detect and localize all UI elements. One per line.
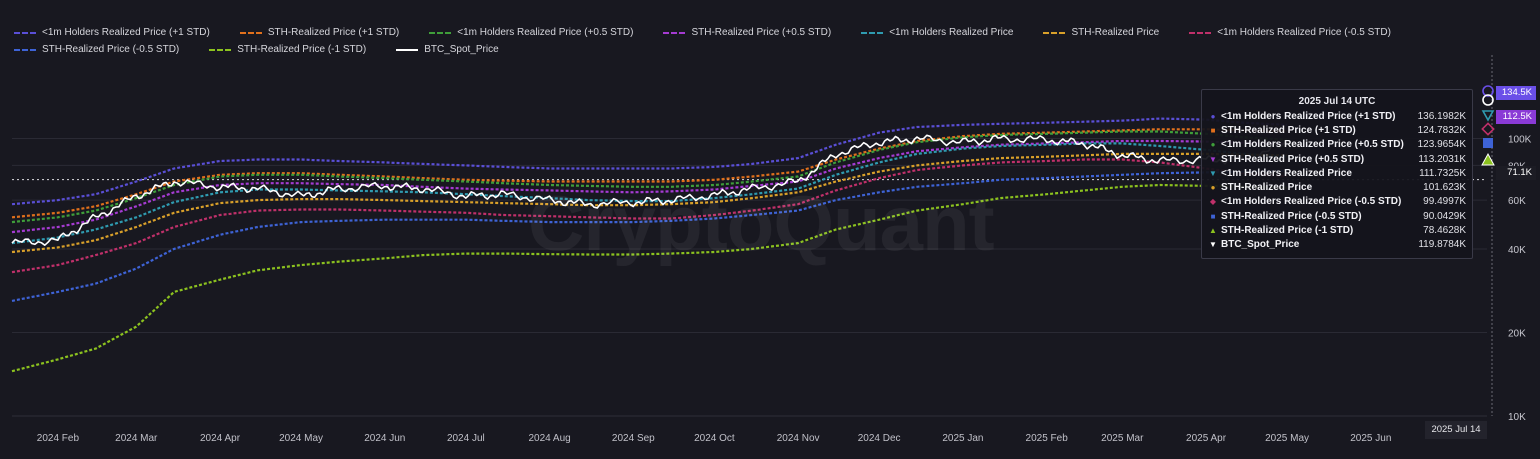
tooltip-series-value: 111.7325K bbox=[1419, 167, 1466, 179]
x-tick-label: 2024 Apr bbox=[200, 433, 241, 444]
y-tick-label: 10K bbox=[1508, 412, 1526, 423]
series-lines bbox=[11, 117, 1288, 373]
tooltip-date: 2025 Jul 14 UTC bbox=[1298, 96, 1376, 107]
tooltip-series-name: BTC_Spot_Price bbox=[1221, 239, 1300, 251]
x-tick-label: 2024 Sep bbox=[612, 433, 655, 444]
x-tick-label: 2024 Jul bbox=[447, 433, 485, 444]
tooltip-marker: ■ bbox=[1210, 125, 1216, 135]
tooltip-series-name: <1m Holders Realized Price bbox=[1221, 167, 1352, 179]
y-tick-label: 40K bbox=[1508, 245, 1526, 256]
tooltip-series-name: <1m Holders Realized Price (+1 STD) bbox=[1221, 110, 1396, 122]
edge-marker-square bbox=[1483, 138, 1493, 148]
y-price-tag: 134.5K bbox=[1496, 86, 1536, 100]
x-tick-label: 2024 May bbox=[279, 433, 323, 444]
tooltip-row: ◆ <1m Holders Realized Price (-0.5 STD) 99… bbox=[1208, 195, 1466, 209]
tooltip-row: ▼ BTC_Spot_Price 119.8784K bbox=[1208, 238, 1466, 252]
tooltip-marker: ◆ bbox=[1209, 197, 1217, 207]
tooltip-marker: ▼ bbox=[1209, 168, 1217, 178]
y-tick-label: 100K bbox=[1508, 135, 1532, 146]
y-price-tag: 71.1K bbox=[1496, 166, 1536, 180]
tooltip-series-name: STH-Realized Price bbox=[1221, 182, 1313, 194]
tooltip-series-value: 123.9654K bbox=[1417, 139, 1466, 151]
y-tick-label: 20K bbox=[1508, 328, 1526, 339]
tooltip-row: ● <1m Holders Realized Price (+0.5 STD) 12… bbox=[1208, 138, 1466, 152]
x-tick-label: 2025 Jun bbox=[1350, 433, 1391, 444]
tooltip-marker: ▼ bbox=[1209, 240, 1217, 250]
tooltip-row: ■ STH-Realized Price (+1 STD) 124.7832K bbox=[1208, 123, 1466, 137]
x-tick-label: 2024 Dec bbox=[858, 433, 901, 444]
y-tick-label: 60K bbox=[1508, 196, 1526, 207]
tooltip-series-name: STH-Realized Price (+0.5 STD) bbox=[1221, 153, 1365, 165]
tooltip-series-value: 78.4628K bbox=[1423, 225, 1466, 237]
tooltip-row: ▼ STH-Realized Price (+0.5 STD) 113.2031K bbox=[1208, 152, 1466, 166]
tooltip-row: ■ STH-Realized Price (-0.5 STD) 90.0429K bbox=[1208, 209, 1466, 223]
tooltip-series-value: 136.1982K bbox=[1417, 110, 1466, 122]
tooltip-series-value: 124.7832K bbox=[1417, 124, 1466, 136]
series-line-4 bbox=[11, 142, 1288, 245]
tooltip-row: ● STH-Realized Price 101.623K bbox=[1208, 180, 1466, 194]
y-price-tag: 112.5K bbox=[1496, 110, 1536, 124]
x-tick-label: 2025 May bbox=[1265, 433, 1309, 444]
series-line-8 bbox=[11, 183, 1288, 373]
x-tick-label: 2024 Mar bbox=[115, 433, 158, 444]
x-tick-label: 2024 Oct bbox=[694, 433, 735, 444]
tooltip-series-name: <1m Holders Realized Price (-0.5 STD) bbox=[1221, 196, 1402, 208]
crosshair-date-badge: 2025 Jul 14 bbox=[1425, 421, 1487, 439]
x-tick-label: 2025 Feb bbox=[1026, 433, 1069, 444]
series-line-5 bbox=[11, 152, 1288, 254]
tooltip-marker: ● bbox=[1210, 111, 1216, 121]
x-tick-label: 2025 Mar bbox=[1101, 433, 1144, 444]
right-edge-markers bbox=[1481, 85, 1495, 166]
tooltip-series-value: 119.8784K bbox=[1418, 239, 1466, 251]
tooltip-row: ▼ <1m Holders Realized Price 111.7325K bbox=[1208, 166, 1466, 180]
x-tick-label: 2025 Jan bbox=[942, 433, 983, 444]
tooltip-row: ● <1m Holders Realized Price (+1 STD) 136.… bbox=[1208, 109, 1466, 123]
x-tick-label: 2024 Aug bbox=[528, 433, 570, 444]
x-tick-label: 2024 Feb bbox=[37, 433, 80, 444]
tooltip-series-name: STH-Realized Price (-0.5 STD) bbox=[1221, 210, 1362, 222]
tooltip-series-value: 99.4997K bbox=[1423, 196, 1466, 208]
x-tick-label: 2024 Nov bbox=[777, 433, 820, 444]
x-tick-label: 2025 Apr bbox=[1186, 433, 1227, 444]
tooltip-marker: ● bbox=[1210, 140, 1216, 150]
tooltip-series-value: 101.623K bbox=[1423, 182, 1466, 194]
x-tick-label: 2024 Jun bbox=[364, 433, 405, 444]
tooltip-series-value: 113.2031K bbox=[1418, 153, 1466, 165]
tooltip-marker: ▼ bbox=[1209, 154, 1217, 164]
tooltip-series-name: STH-Realized Price (-1 STD) bbox=[1221, 225, 1354, 237]
tooltip-marker: ▲ bbox=[1209, 226, 1217, 236]
tooltip-series-name: <1m Holders Realized Price (+0.5 STD) bbox=[1221, 139, 1404, 151]
tooltip-panel: 2025 Jul 14 UTC ● <1m Holders Realized Pr… bbox=[1201, 89, 1473, 259]
tooltip-series-value: 90.0429K bbox=[1423, 210, 1466, 222]
tooltip-series-name: STH-Realized Price (+1 STD) bbox=[1221, 124, 1356, 136]
tooltip-row: ▲ STH-Realized Price (-1 STD) 78.4628K bbox=[1208, 223, 1466, 237]
tooltip-rows: ● <1m Holders Realized Price (+1 STD) 136.… bbox=[1208, 109, 1466, 252]
x-axis: 2024 Feb 2024 Mar 2024 Apr 2024 May 2024 Jun… bbox=[12, 415, 1487, 444]
tooltip-marker: ● bbox=[1210, 183, 1216, 193]
tooltip-marker: ■ bbox=[1210, 211, 1216, 221]
